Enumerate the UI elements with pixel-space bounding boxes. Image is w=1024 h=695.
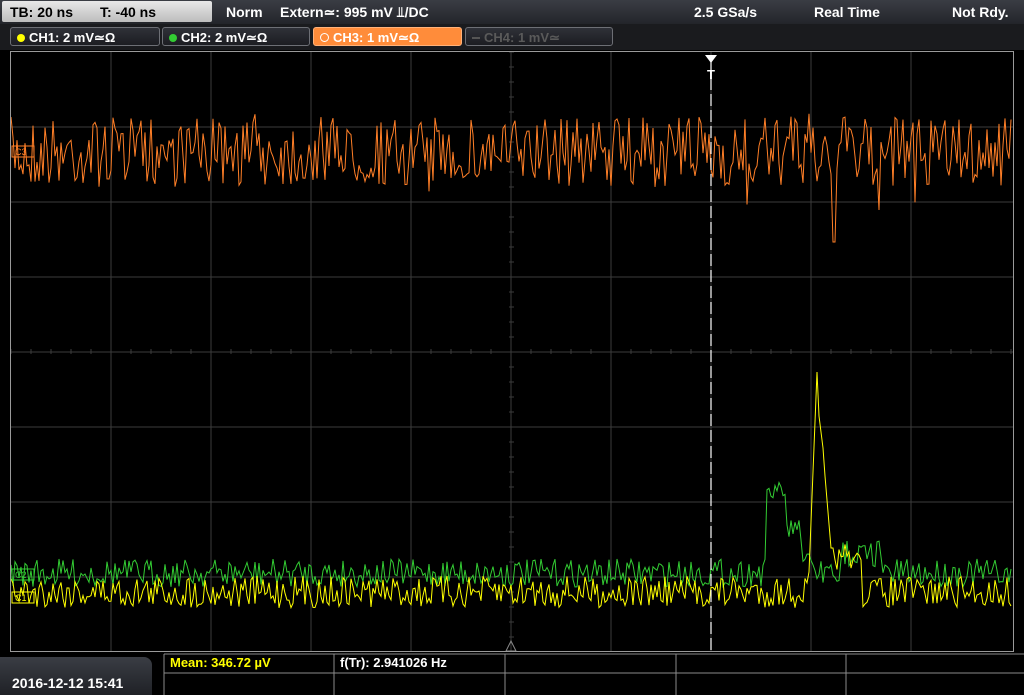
datetime: 2016-12-12 15:41 <box>12 675 124 691</box>
waveform-display[interactable]: T C3 C2 C1 <box>10 51 1014 652</box>
acquisition-mode: Real Time <box>814 4 880 20</box>
ch4-indicator-icon <box>472 37 480 39</box>
trigger-offset-value: T: -40 ns <box>100 4 157 20</box>
frequency-measurement[interactable]: f(Tr): 2.941026 Hz <box>340 655 447 670</box>
ch2-button[interactable]: CH2: 2 mV≃Ω <box>162 27 310 46</box>
timebase-value: TB: 20 ns <box>10 4 74 20</box>
ch2-offset-label: C2 <box>15 570 27 580</box>
ch4-label: CH4: 1 mV≃ <box>484 30 560 45</box>
ch1-button[interactable]: CH1: 2 mV≃Ω <box>10 27 160 46</box>
ch2-indicator-icon <box>169 34 177 42</box>
ch2-label: CH2: 2 mV≃Ω <box>181 30 268 45</box>
mean-measurement[interactable]: Mean: 346.72 µV <box>170 655 271 670</box>
acquisition-status: Not Rdy. <box>952 4 1009 20</box>
sample-rate: 2.5 GSa/s <box>694 4 758 20</box>
channel-bar: CH1: 2 mV≃Ω CH2: 2 mV≃Ω CH3: 1 mV≃Ω CH4:… <box>0 24 1024 50</box>
measurement-grid <box>163 653 1024 695</box>
ch3-offset-label: C3 <box>15 147 27 157</box>
waveform-canvas[interactable]: T C3 C2 C1 <box>11 52 1013 651</box>
status-bar: TB: 20 ns T: -40 ns Norm Extern≃: 995 mV… <box>0 0 1024 24</box>
timebase-panel[interactable]: TB: 20 ns T: -40 ns <box>2 1 212 22</box>
ch3-label: CH3: 1 mV≃Ω <box>333 30 420 45</box>
trigger-label: T <box>707 67 715 82</box>
trigger-arrow-icon <box>705 55 717 63</box>
trigger-source[interactable]: Extern≃: 995 mV ⫫/DC <box>280 4 429 21</box>
ch4-button[interactable]: CH4: 1 mV≃ <box>465 27 613 46</box>
trigger-marker[interactable]: T <box>705 55 717 651</box>
ch1-label: CH1: 2 mV≃Ω <box>29 30 116 45</box>
ch3-offset-marker[interactable]: C3 <box>11 145 35 158</box>
ch1-indicator-icon <box>17 34 25 42</box>
trigger-mode[interactable]: Norm <box>226 4 263 20</box>
ch3-button[interactable]: CH3: 1 mV≃Ω <box>313 27 462 46</box>
ch3-indicator-icon <box>320 33 329 42</box>
ch1-offset-label: C1 <box>15 593 27 603</box>
